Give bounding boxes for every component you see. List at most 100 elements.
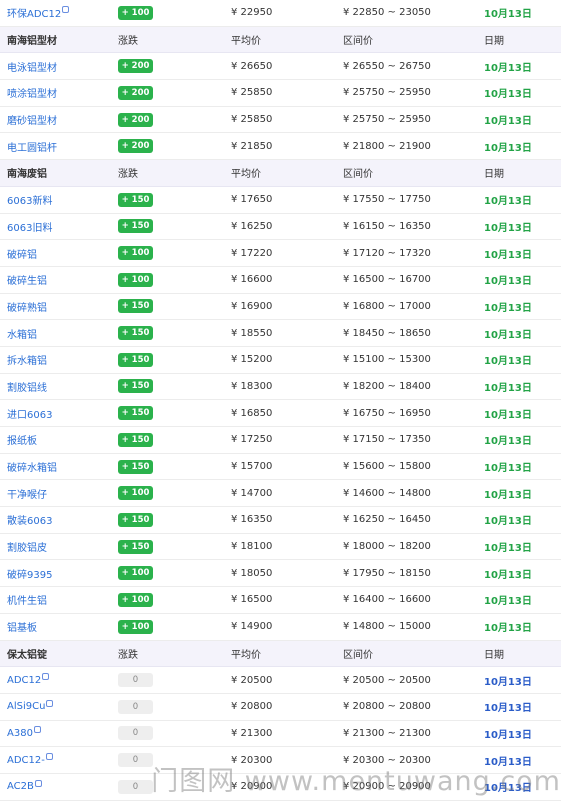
quote-date: 10月13日 bbox=[484, 249, 532, 261]
product-link[interactable]: 干净喉仔 bbox=[7, 486, 47, 501]
table-row: A380 0 ¥ 21300 ¥ 21300 ~ 21300 10月13日 bbox=[0, 720, 561, 748]
product-cell: 散装6063 bbox=[7, 507, 52, 533]
price-up-badge: + 150 bbox=[118, 432, 153, 447]
price-range: ¥ 26550 ~ 26750 bbox=[343, 60, 431, 72]
price-range: ¥ 15600 ~ 15800 bbox=[343, 461, 431, 473]
product-link[interactable]: 破碎9395 bbox=[7, 566, 52, 581]
product-link[interactable]: 割胶铝皮 bbox=[7, 539, 47, 554]
price-up-badge: + 150 bbox=[118, 406, 153, 421]
product-link[interactable]: 6063新料 bbox=[7, 192, 52, 207]
average-price: ¥ 14700 bbox=[231, 487, 273, 499]
price-up-badge: + 150 bbox=[118, 192, 153, 207]
price-up-badge: + 100 bbox=[118, 619, 153, 634]
price-range: ¥ 16150 ~ 16350 bbox=[343, 220, 431, 232]
product-cell: AC2B bbox=[7, 774, 42, 800]
quote-date: 10月13日 bbox=[484, 196, 532, 208]
price-range: ¥ 16250 ~ 16450 bbox=[343, 514, 431, 526]
change-cell: + 150 bbox=[118, 187, 153, 213]
col-header-date: 日期 bbox=[484, 169, 504, 181]
product-link[interactable]: 环保ADC12 bbox=[7, 5, 61, 20]
product-link[interactable]: 破碎水箱铝 bbox=[7, 459, 57, 474]
quote-date: 10月13日 bbox=[484, 703, 532, 715]
change-cell: + 100 bbox=[118, 240, 153, 266]
change-cell: + 200 bbox=[118, 80, 153, 106]
section-title: 南海铝型材 bbox=[7, 36, 57, 48]
product-link[interactable]: 散装6063 bbox=[7, 512, 52, 527]
product-link[interactable]: 电工圆铝杆 bbox=[7, 139, 57, 154]
quote-date: 10月13日 bbox=[484, 596, 532, 608]
change-cell: + 150 bbox=[118, 214, 153, 240]
average-price: ¥ 20800 bbox=[231, 701, 273, 713]
product-cell: 电泳铝型材 bbox=[7, 53, 57, 79]
product-link[interactable]: 水箱铝 bbox=[7, 326, 37, 341]
table-row: 破碎9395 + 100 ¥ 18050 ¥ 17950 ~ 18150 10月13日 bbox=[0, 560, 561, 588]
product-link[interactable]: 电泳铝型材 bbox=[7, 59, 57, 74]
average-price: ¥ 16900 bbox=[231, 300, 273, 312]
col-header-date: 日期 bbox=[484, 649, 504, 661]
product-link[interactable]: ADC12- bbox=[7, 755, 45, 766]
average-price: ¥ 18550 bbox=[231, 327, 273, 339]
change-cell: 0 bbox=[118, 774, 153, 800]
price-range: ¥ 16750 ~ 16950 bbox=[343, 407, 431, 419]
certified-tag-icon bbox=[34, 779, 42, 787]
change-cell: + 150 bbox=[118, 507, 153, 533]
table-row: 破碎熟铝 + 150 ¥ 16900 ¥ 16800 ~ 17000 10月13日 bbox=[0, 293, 561, 321]
quote-date: 10月13日 bbox=[484, 569, 532, 581]
price-range: ¥ 15100 ~ 15300 bbox=[343, 354, 431, 366]
price-range: ¥ 14800 ~ 15000 bbox=[343, 621, 431, 633]
price-range: ¥ 17550 ~ 17750 bbox=[343, 194, 431, 206]
average-price: ¥ 26650 bbox=[231, 60, 273, 72]
col-header-date: 日期 bbox=[484, 36, 504, 48]
price-range: ¥ 17150 ~ 17350 bbox=[343, 434, 431, 446]
product-link[interactable]: AlSi9Cu bbox=[7, 701, 45, 712]
product-link[interactable]: 破碎铝 bbox=[7, 246, 37, 261]
change-cell: + 150 bbox=[118, 427, 153, 453]
product-link[interactable]: 拆水箱铝 bbox=[7, 352, 47, 367]
product-link[interactable]: 铝基板 bbox=[7, 619, 37, 634]
change-cell: + 150 bbox=[118, 400, 153, 426]
product-link[interactable]: 破碎生铝 bbox=[7, 272, 47, 287]
price-up-badge: + 200 bbox=[118, 59, 153, 74]
col-header-range: 区间价 bbox=[343, 649, 373, 661]
product-link[interactable]: 割胶铝线 bbox=[7, 379, 47, 394]
product-link[interactable]: 6063旧料 bbox=[7, 219, 52, 234]
certified-tag-icon bbox=[33, 726, 41, 734]
product-link[interactable]: A380 bbox=[7, 728, 33, 739]
site-watermark: 门图网 www.mentuwang.com bbox=[151, 766, 561, 797]
price-up-badge: + 100 bbox=[118, 272, 153, 287]
product-link[interactable]: 报纸板 bbox=[7, 432, 37, 447]
change-cell: + 100 bbox=[118, 587, 153, 613]
average-price: ¥ 17220 bbox=[231, 247, 273, 259]
quote-date: 10月13日 bbox=[484, 409, 532, 421]
product-link[interactable]: 破碎熟铝 bbox=[7, 299, 47, 314]
product-cell: 6063旧料 bbox=[7, 214, 52, 240]
product-link[interactable]: 机件生铝 bbox=[7, 592, 47, 607]
product-link[interactable]: 喷涂铝型材 bbox=[7, 85, 57, 100]
change-cell: 0 bbox=[118, 694, 153, 720]
product-cell: 割胶铝线 bbox=[7, 374, 47, 400]
average-price: ¥ 17250 bbox=[231, 434, 273, 446]
price-up-badge: + 200 bbox=[118, 85, 153, 100]
product-cell: 水箱铝 bbox=[7, 320, 37, 346]
change-cell: + 150 bbox=[118, 320, 153, 346]
price-range: ¥ 25750 ~ 25950 bbox=[343, 114, 431, 126]
product-link[interactable]: 进口6063 bbox=[7, 406, 52, 421]
section-title: 南海废铝 bbox=[7, 169, 47, 181]
table-row: 割胶铝线 + 150 ¥ 18300 ¥ 18200 ~ 18400 10月13日 bbox=[0, 373, 561, 401]
average-price: ¥ 20500 bbox=[231, 674, 273, 686]
change-cell: + 150 bbox=[118, 294, 153, 320]
product-cell: AlSi9Cu bbox=[7, 694, 54, 720]
price-up-badge: + 200 bbox=[118, 139, 153, 154]
price-flat-badge: 0 bbox=[118, 673, 153, 688]
price-range: ¥ 16800 ~ 17000 bbox=[343, 300, 431, 312]
price-up-badge: + 150 bbox=[118, 512, 153, 527]
price-flat-badge: 0 bbox=[118, 726, 153, 741]
price-table: 环保ADC12 + 100 ¥ 22950 ¥ 22850 ~ 23050 10月13日… bbox=[0, 0, 561, 801]
quote-date: 10月13日 bbox=[484, 489, 532, 501]
price-up-badge: + 100 bbox=[118, 486, 153, 501]
product-link[interactable]: AC2B bbox=[7, 781, 34, 792]
quote-date: 10月13日 bbox=[484, 356, 532, 368]
product-link[interactable]: ADC12 bbox=[7, 675, 41, 686]
price-up-badge: + 100 bbox=[118, 592, 153, 607]
product-link[interactable]: 磨砂铝型材 bbox=[7, 112, 57, 127]
